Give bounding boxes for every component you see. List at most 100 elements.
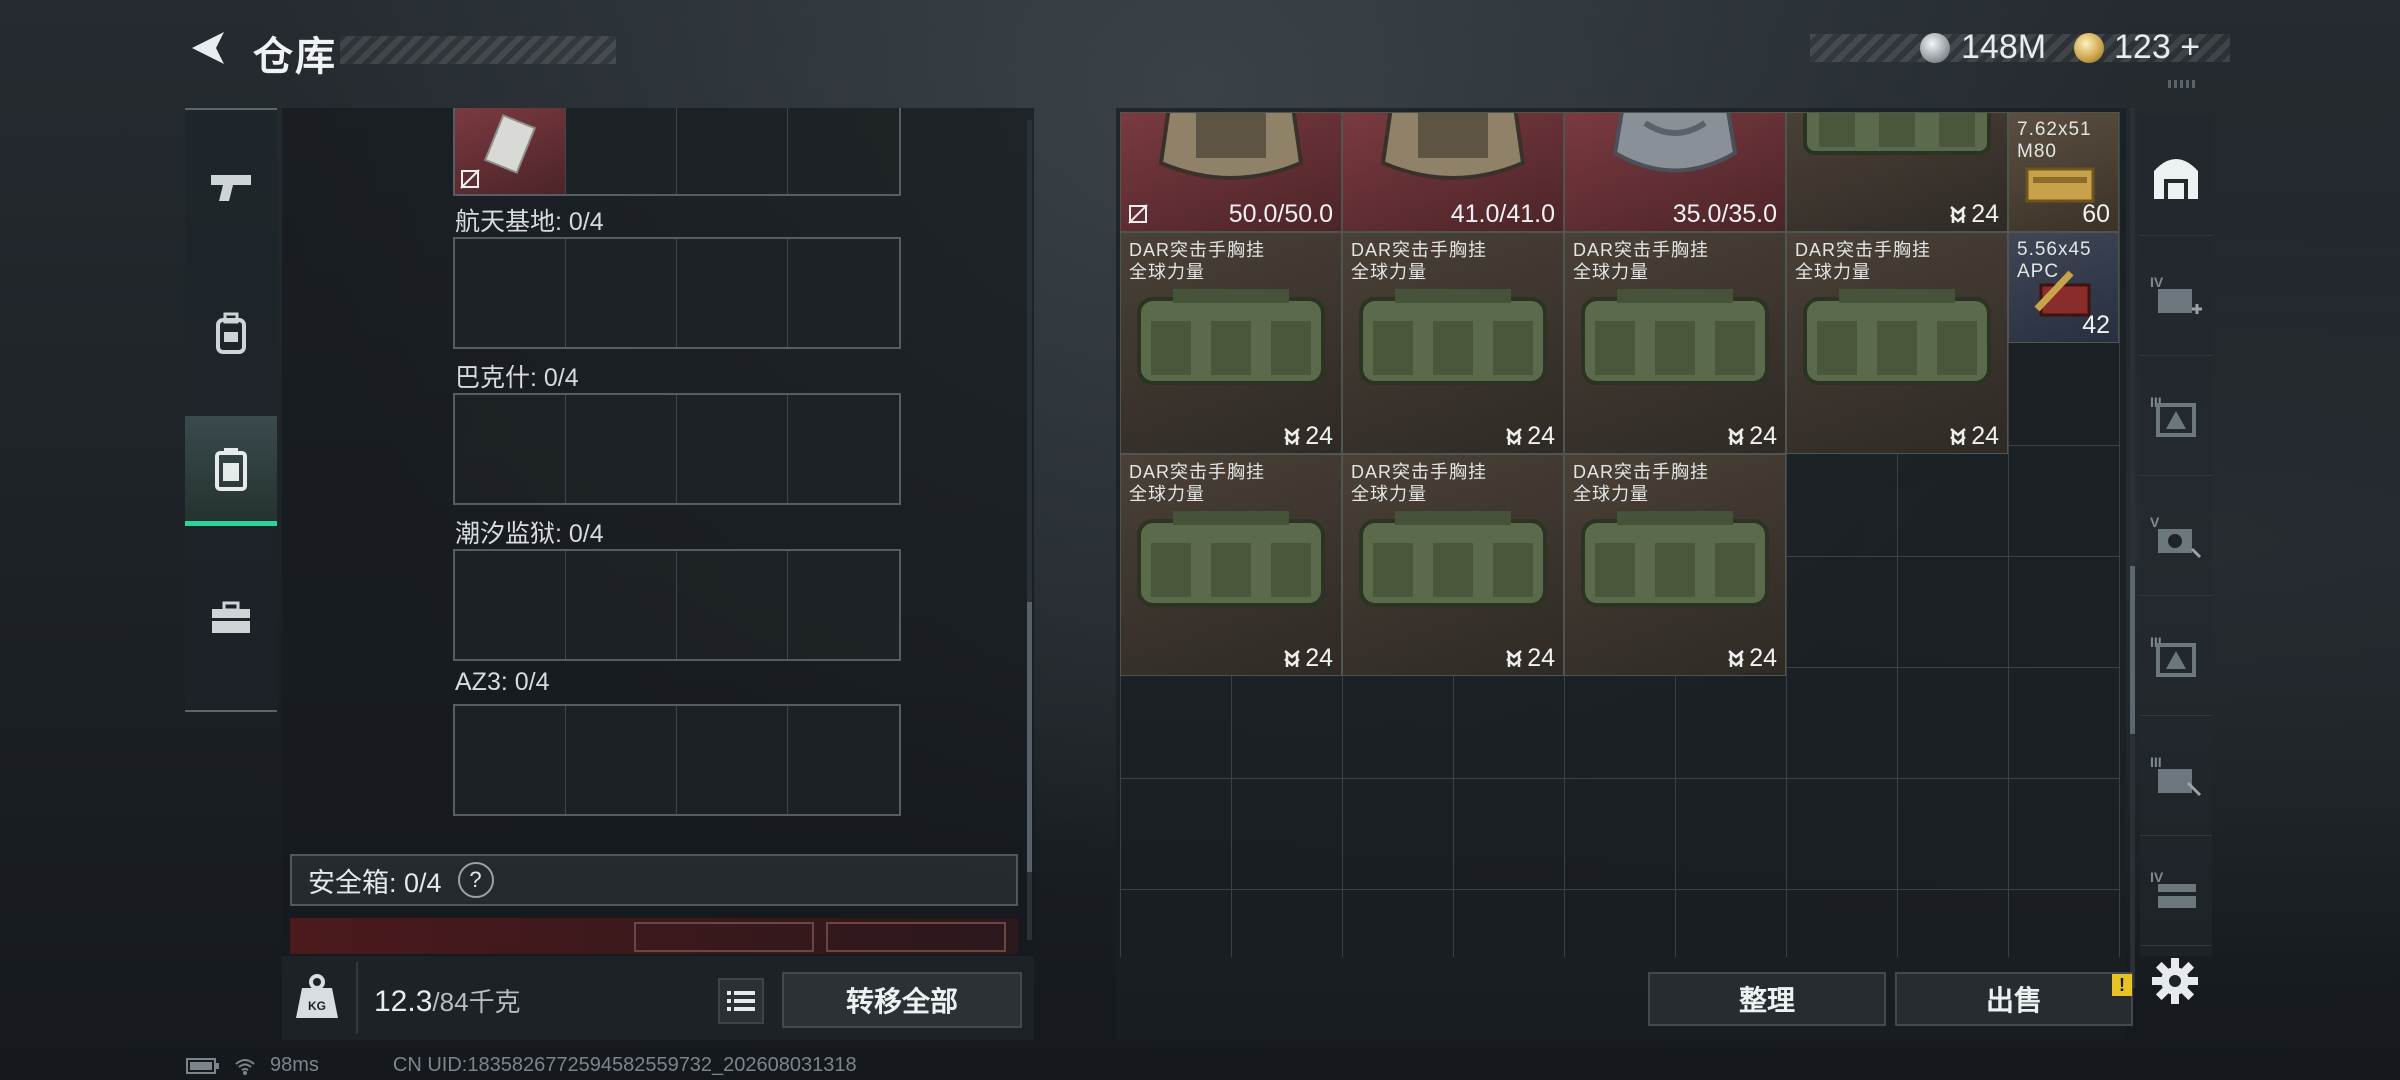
no-insure-icon [460,169,480,189]
container-tab[interactable]: V [2140,476,2212,596]
chest-rig-item[interactable]: DAR突击手胸挂 全球力量 24 [1564,454,1786,676]
region-slot[interactable] [677,108,788,194]
list-view-button[interactable] [718,978,764,1024]
list-icon [727,991,755,1011]
chest-rig-icon [1359,289,1547,385]
item-count: 24 [1949,422,1999,451]
backpack-icon [216,312,246,354]
item-count: 24 [1727,644,1777,673]
stack-icon [1506,427,1523,445]
region-label: 潮汐监狱: 0/4 [455,520,604,548]
right-scrollbar-thumb[interactable] [2130,566,2135,734]
chest-rig-item[interactable]: DAR突击手胸挂 全球力量 24 [1786,232,2008,454]
top-right-decoration [2168,80,2196,88]
container-tab[interactable]: IV [2140,836,2212,946]
add-gold-icon[interactable]: + [2180,28,2200,66]
helmet-item[interactable]: 35.0/35.0 [1564,112,1786,232]
document-item-icon [483,114,537,174]
transfer-all-button[interactable]: 转移全部 [782,972,1022,1028]
backpack-tab[interactable] [185,286,277,382]
weight-value: 12.3 [374,985,433,1018]
stack-icon [1728,649,1745,667]
region-slot[interactable] [788,395,899,503]
safebox-tab[interactable] [185,416,277,526]
region-grid [453,549,901,661]
region-label: AZ3: 0/4 [455,668,550,696]
ammo-box-icon [2025,167,2095,203]
region-slot[interactable] [455,239,566,347]
region-slot[interactable] [455,108,566,194]
region-grid [453,237,901,349]
region-slot[interactable] [566,395,677,503]
stack-icon [1728,427,1745,445]
case-tab[interactable] [185,570,277,666]
stack-icon [1506,649,1523,667]
container-tab[interactable]: III [2140,356,2212,476]
chest-rig-item[interactable]: DAR突击手胸挂 全球力量 24 [1564,232,1786,454]
stack-icon [1284,427,1301,445]
chest-rig-icon [1137,511,1325,607]
gold-value: 123 [2114,28,2171,66]
durability: 50.0/50.0 [1228,200,1333,228]
item-count-value: 24 [1305,422,1333,450]
region-slot[interactable] [788,108,899,194]
warehouse-grid: 50.0/50.0 41.0/41.0 35.0/35.0 24 7.62x51… [1120,112,2120,957]
chest-rig-item[interactable]: DAR突击手胸挂 全球力量 24 [1120,232,1342,454]
chest-rig-item[interactable]: DAR突击手胸挂 全球力量 24 [1120,454,1342,676]
region-slot[interactable] [677,239,788,347]
region-slot[interactable] [566,551,677,659]
chest-rig-item[interactable]: DAR突击手胸挂 全球力量 24 [1342,454,1564,676]
region-slot[interactable] [788,551,899,659]
region-slot[interactable] [677,706,788,814]
warning-strip [290,918,1018,954]
region-slot[interactable] [566,108,677,194]
svg-text:IV: IV [2150,869,2164,885]
item-count-value: 24 [1749,422,1777,450]
region-slot[interactable] [677,551,788,659]
gold-amount[interactable]: 123 + [2114,28,2200,67]
safebox-icon [215,447,247,491]
stack-icon [1950,427,1967,445]
page-title: 仓库 [253,35,337,79]
stack-icon [1950,205,1967,223]
organize-button[interactable]: 整理 [1648,972,1886,1026]
item-count-value: 24 [1305,644,1333,672]
help-icon[interactable]: ? [457,862,494,898]
helmet-icon [1158,113,1304,180]
region-slot[interactable] [566,239,677,347]
sell-button[interactable]: 出售 [1895,972,2133,1026]
ammo-item[interactable]: 7.62x51 M80 60 [2008,112,2119,232]
helmet-item[interactable]: 41.0/41.0 [1342,112,1564,232]
region-slot[interactable] [566,706,677,814]
replace-button[interactable] [634,922,814,952]
region-slot[interactable] [677,395,788,503]
region-slot[interactable] [455,551,566,659]
container-tab[interactable]: III [2140,716,2212,836]
chest-rig-icon [1137,289,1325,385]
chest-rig-item[interactable]: 24 [1786,112,2008,232]
region-slot[interactable] [788,239,899,347]
right-scrollbar-track[interactable] [2130,108,2135,988]
left-scrollbar-thumb[interactable] [1027,602,1032,872]
region-slot[interactable] [788,706,899,814]
region-slot[interactable] [455,706,566,814]
region-label: 航天基地: 0/4 [455,208,604,236]
back-arrow-icon[interactable] [186,26,230,70]
left-sidebar [185,108,277,712]
chest-rig-icon [1803,289,1991,385]
region-slot[interactable] [455,395,566,503]
container-tab[interactable]: IV [2140,236,2212,356]
chest-rig-item[interactable]: DAR突击手胸挂 全球力量 24 [1342,232,1564,454]
ammo-item[interactable]: 5.56x45 APC 42 [2008,232,2119,343]
helmet-item[interactable]: 50.0/50.0 [1120,112,1342,232]
container-tab[interactable]: III [2140,596,2212,716]
helmet-icon [1380,113,1526,180]
remove-all-button[interactable] [826,922,1006,952]
item-count: 24 [1727,422,1777,451]
warehouse-home-tab[interactable] [2140,116,2212,236]
weapon-tab[interactable] [185,140,277,236]
settings-gear-icon[interactable] [2150,956,2200,1006]
camera-box-icon: V [2150,514,2202,558]
item-name: DAR突击手胸挂 全球力量 [1351,462,1488,504]
ammo-name: 7.62x51 M80 [2017,119,2092,162]
